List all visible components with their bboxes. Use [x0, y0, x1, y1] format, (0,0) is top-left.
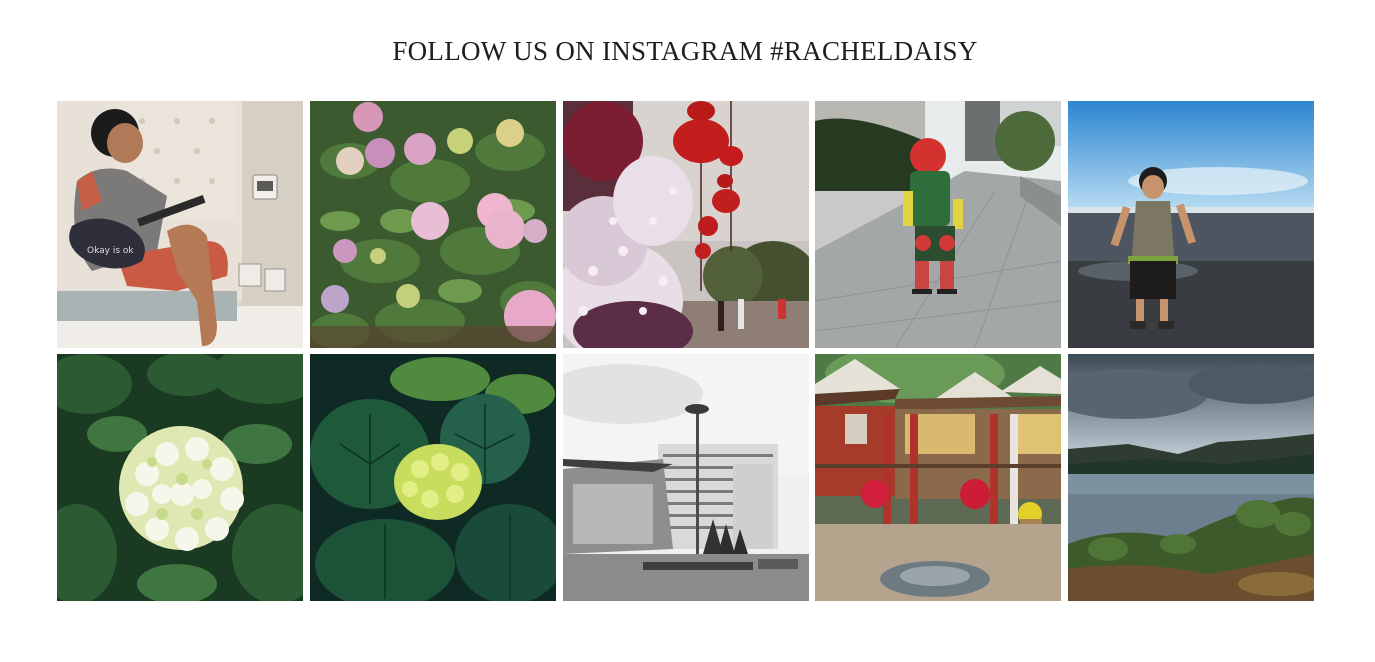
boy-on-beach-photo [1068, 101, 1314, 348]
boy-rollerblading-photo [815, 101, 1062, 348]
instagram-photo-green-hydrangea[interactable] [309, 354, 556, 601]
instagram-section: FOLLOW US ON INSTAGRAM #RACHELDAISY Okay… [0, 0, 1375, 662]
wooden-house-flowers-photo [815, 354, 1062, 601]
instagram-photo-white-hydrangea[interactable] [57, 354, 303, 601]
green-hydrangea-bud-photo [309, 354, 556, 601]
boy-playing-ukulele-photo: Okay is ok [57, 101, 303, 348]
red-lanterns-cherry-blossom-photo [562, 101, 809, 348]
instagram-photo-boy-beach[interactable] [1068, 101, 1314, 348]
instagram-heading: FOLLOW US ON INSTAGRAM #RACHELDAISY [392, 36, 978, 66]
instagram-photo-wooden-house[interactable] [815, 354, 1062, 601]
instagram-photo-mountain-lake[interactable] [1068, 354, 1314, 601]
instagram-photo-pink-hydrangeas[interactable] [309, 101, 556, 348]
instagram-photo-grid: Okay is ok [57, 101, 1314, 601]
instagram-photo-red-lanterns[interactable] [562, 101, 809, 348]
mountain-lake-photo [1068, 354, 1314, 601]
pink-hydrangea-bush-photo [309, 101, 556, 348]
shirt-text: Okay is ok [87, 246, 134, 256]
white-hydrangea-photo [57, 354, 303, 601]
bw-building-street-photo [562, 354, 809, 601]
instagram-photo-bw-building[interactable] [562, 354, 809, 601]
instagram-photo-boy-ukulele[interactable]: Okay is ok [57, 101, 303, 348]
instagram-photo-boy-rollerblading[interactable] [815, 101, 1062, 348]
